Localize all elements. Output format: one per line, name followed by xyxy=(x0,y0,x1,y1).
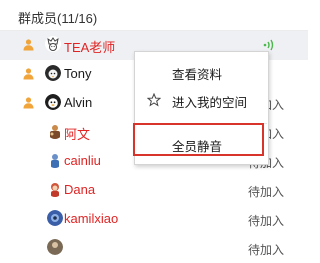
member-name: 阿文 xyxy=(64,127,91,142)
member-name: kamilxiao xyxy=(64,211,119,226)
avatar xyxy=(47,123,63,139)
member-name: cainliu xyxy=(64,153,101,168)
menu-item-view-profile[interactable]: 查看资料 xyxy=(135,58,268,86)
avatar xyxy=(45,94,61,110)
member-name: Dana xyxy=(64,182,96,197)
pending-join-status: 待加入 xyxy=(247,214,284,228)
pending-join-status: 待加入 xyxy=(247,185,284,199)
avatar xyxy=(47,239,63,255)
avatar xyxy=(47,152,63,168)
member-list-scrollbar[interactable] xyxy=(304,31,308,241)
member-name: Alvin xyxy=(64,95,93,110)
member-name: TEA老师 xyxy=(64,40,116,55)
member-count-title: 群成员(11/16) xyxy=(18,11,98,26)
avatar xyxy=(47,181,63,197)
user-crown-icon xyxy=(22,38,35,51)
user-admin-icon xyxy=(22,96,35,109)
member-row-partial[interactable]: 待加入 xyxy=(0,234,308,263)
user-admin-icon xyxy=(22,67,35,80)
voice-wave-icon xyxy=(263,38,275,52)
mute-all-highlight-box xyxy=(133,123,264,156)
avatar xyxy=(45,65,61,81)
pending-join-status: 待加入 xyxy=(247,243,284,257)
member-row-dana[interactable]: Dana 待加入 xyxy=(0,176,308,205)
avatar xyxy=(45,36,61,52)
avatar xyxy=(47,210,63,226)
member-row-kamilxiao[interactable]: kamilxiao 待加入 xyxy=(0,205,308,234)
menu-item-enter-space[interactable]: 进入我的空间 xyxy=(135,86,268,114)
menu-item-label: 查看资料 xyxy=(172,68,223,82)
member-name: Tony xyxy=(64,66,92,81)
group-members-panel: 群成员(11/16) TEA老师 Tony Alvin 阿文 cainliu D… xyxy=(0,0,308,257)
star-icon xyxy=(146,92,162,107)
menu-item-label: 进入我的空间 xyxy=(172,96,248,110)
member-list-header: 群成员(11/16) xyxy=(0,0,308,31)
